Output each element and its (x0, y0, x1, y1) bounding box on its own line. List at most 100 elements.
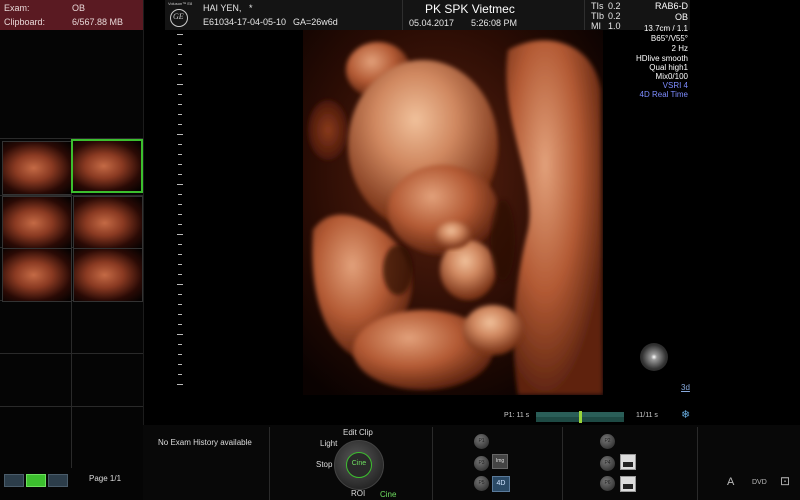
vsri-setting: VSRI 4 (662, 81, 688, 90)
preset-p2-label: P2 (604, 438, 611, 444)
clipboard-thumbnail[interactable] (2, 141, 72, 195)
cine-frame-count: 11/11 s (636, 412, 658, 419)
exam-date: 05.04.2017 (409, 18, 455, 28)
patient-marker: * (249, 3, 253, 13)
depth-tick (178, 64, 182, 65)
preset-p2-button[interactable]: P2 (600, 434, 615, 449)
preset-p4-label: P4 (604, 460, 611, 466)
depth-tick (177, 384, 183, 385)
img-button[interactable]: Img (492, 454, 508, 469)
font-a-icon[interactable]: A (727, 476, 734, 488)
light-source-indicator[interactable] (640, 343, 668, 371)
page-indicator: Page 1/1 (89, 474, 122, 483)
probe-angles: B65°/V55° (650, 34, 688, 43)
light-label[interactable]: Light (320, 439, 337, 448)
grid-divider (0, 406, 143, 407)
preset-p6-label: P6 (604, 480, 611, 486)
exam-id: E61034-17-04-05-10 (203, 17, 287, 27)
layout-single-button[interactable] (4, 474, 24, 487)
depth-tick (178, 124, 182, 125)
grid-divider (0, 353, 143, 354)
printer-icon-tray (623, 484, 633, 489)
edit-clip-label[interactable]: Edit Clip (343, 428, 373, 437)
depth-tick (178, 54, 182, 55)
depth-tick (178, 364, 182, 365)
voluson-logo: Voluson™ E8 GE (167, 1, 193, 27)
realtime-mode: 4D Real Time (639, 90, 688, 99)
ge-logo-letters: GE (173, 12, 184, 21)
clipboard-value: 6/567.88 MB (72, 17, 124, 27)
cine-label[interactable]: Cine (380, 490, 396, 499)
preset-p3-label: P3 (478, 460, 485, 466)
preset-p4-button[interactable]: P4 (600, 456, 615, 471)
logo-text: Voluson™ E8 (168, 1, 193, 6)
panel-divider (269, 427, 270, 500)
patient-name: HAI YEN, (203, 3, 242, 13)
depth-tick (178, 224, 182, 225)
4d-button-label: 4D (496, 480, 506, 487)
depth-tick (178, 354, 182, 355)
print-icon[interactable] (620, 454, 636, 470)
ultrasound-3d-render[interactable] (303, 30, 603, 395)
depth-tick (177, 34, 183, 35)
exam-label: Exam: (4, 3, 30, 13)
preset-p3-button[interactable]: P3 (474, 456, 489, 471)
control-wheel[interactable]: Cine (334, 440, 384, 490)
preset-p6-button[interactable]: P6 (600, 476, 615, 491)
exam-info-header: Exam: OB Clipboard: 6/567.88 MB (0, 0, 143, 30)
depth-tick (178, 194, 182, 195)
stop-label[interactable]: Stop (316, 460, 332, 469)
depth-tick (178, 304, 182, 305)
panel-divider (432, 427, 433, 500)
depth-tick (178, 264, 182, 265)
cine-p1-label: P1: 11 s (504, 412, 530, 419)
preset-p5-button[interactable]: P5 (474, 476, 489, 491)
scale-3d-label: 3d (681, 383, 690, 392)
wheel-center-button[interactable]: Cine (346, 452, 372, 478)
depth-tick (178, 44, 182, 45)
depth-tick (178, 164, 182, 165)
clinic-name: PK SPK Vietmec (425, 2, 515, 16)
clipboard-thumbnail[interactable] (73, 248, 143, 302)
wheel-center-label: Cine (351, 460, 367, 467)
dvd-icon[interactable]: DVD (752, 479, 767, 486)
cine-slider[interactable] (536, 411, 624, 423)
clipboard-thumbnail-selected[interactable] (71, 139, 143, 193)
depth-tick (177, 334, 183, 335)
depth-tick (178, 244, 182, 245)
render-mode: HDlive smooth (635, 54, 688, 63)
depth-tick (178, 314, 182, 315)
layout-dual-button[interactable] (26, 474, 46, 487)
printer-icon[interactable] (620, 476, 636, 492)
gestational-age: GA=26w6d (293, 17, 338, 27)
probe-depth: 13.7cm / 1.1 (643, 24, 688, 33)
exam-time: 5:26:08 PM (471, 18, 518, 28)
depth-tick (177, 284, 183, 285)
depth-tick (178, 144, 182, 145)
preset-p1-button[interactable]: P1 (474, 434, 489, 449)
bottom-control-panel (143, 425, 800, 500)
probe-name: RAB6-D (654, 1, 688, 11)
roi-label[interactable]: ROI (351, 489, 365, 498)
depth-tick (178, 114, 182, 115)
4d-button[interactable]: 4D (492, 476, 510, 492)
depth-tick (178, 274, 182, 275)
print-icon-tray (623, 462, 633, 467)
clipboard-thumbnail[interactable] (2, 248, 72, 302)
depth-tick (178, 324, 182, 325)
clipboard-thumbnail[interactable] (73, 196, 143, 250)
exam-history-text: No Exam History available (158, 438, 252, 447)
depth-tick (178, 344, 182, 345)
depth-tick (177, 134, 183, 135)
cine-handle[interactable] (579, 411, 582, 423)
panel-divider (697, 427, 698, 500)
layout-quad-button[interactable] (48, 474, 68, 487)
depth-tick (178, 154, 182, 155)
depth-tick (177, 184, 183, 185)
clipboard-thumbnail[interactable] (2, 196, 72, 250)
depth-tick (177, 234, 183, 235)
network-icon[interactable]: ⊡ (780, 474, 790, 488)
depth-tick (178, 174, 182, 175)
depth-tick (178, 204, 182, 205)
snowflake-icon[interactable]: ❄ (681, 408, 690, 421)
